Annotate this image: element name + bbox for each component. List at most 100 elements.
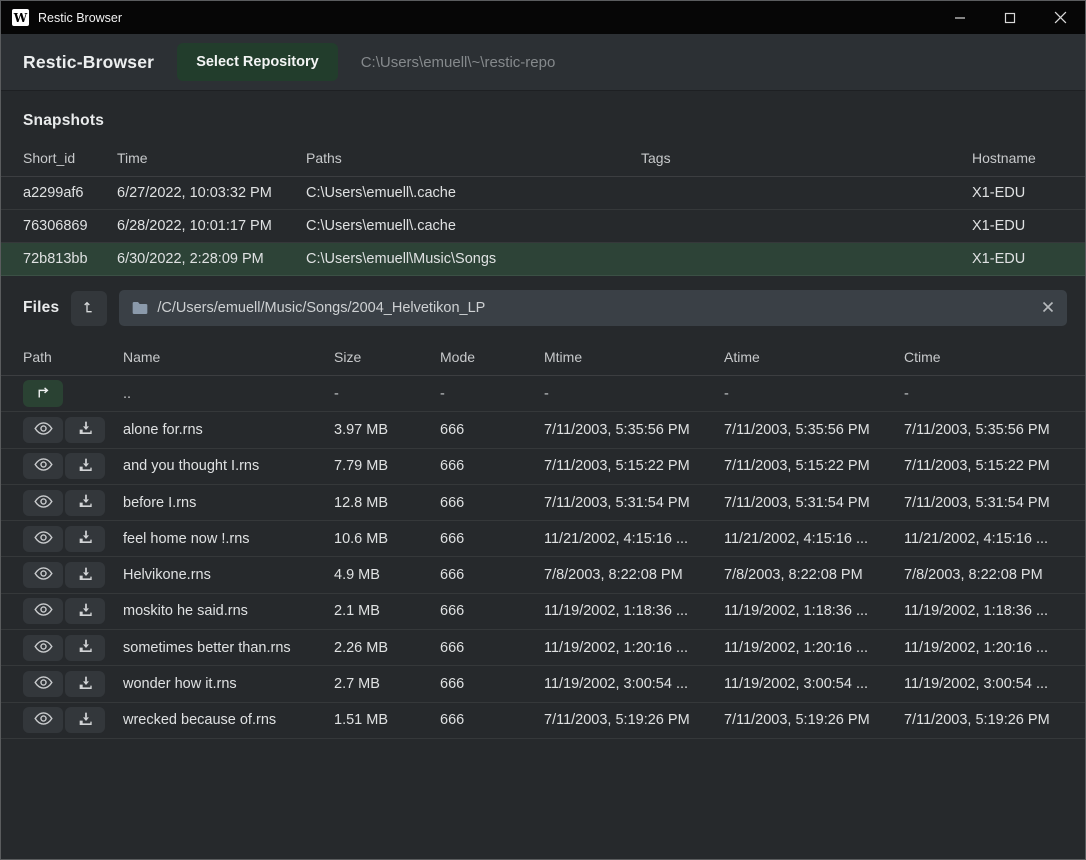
file-mode: - <box>440 386 544 402</box>
download-file-button[interactable] <box>65 635 105 661</box>
snapshot-row[interactable]: a2299af6 6/27/2022, 10:03:32 PM C:\Users… <box>1 177 1085 210</box>
download-icon <box>77 711 93 730</box>
file-atime: 7/8/2003, 8:22:08 PM <box>724 567 904 583</box>
file-atime: 11/19/2002, 3:00:54 ... <box>724 676 904 692</box>
file-mtime: 7/11/2003, 5:19:26 PM <box>544 712 724 728</box>
file-size: 2.7 MB <box>334 676 440 692</box>
download-file-button[interactable] <box>65 707 105 733</box>
close-button[interactable] <box>1035 1 1085 34</box>
file-size: 12.8 MB <box>334 495 440 511</box>
file-atime: - <box>724 386 904 402</box>
file-name: feel home now !.rns <box>123 531 334 547</box>
select-repository-button[interactable]: Select Repository <box>177 43 338 81</box>
preview-file-button[interactable] <box>23 635 63 661</box>
file-mode: 666 <box>440 495 544 511</box>
go-parent-button[interactable] <box>23 380 63 407</box>
download-icon <box>77 420 93 439</box>
file-name: sometimes better than.rns <box>123 640 334 656</box>
file-mode: 666 <box>440 458 544 474</box>
snapshot-time: 6/28/2022, 10:01:17 PM <box>117 218 306 234</box>
snapshot-paths: C:\Users\emuell\.cache <box>306 185 641 201</box>
file-size: 7.79 MB <box>334 458 440 474</box>
file-mode: 666 <box>440 422 544 438</box>
snapshot-hostname: X1-EDU <box>972 185 1068 201</box>
file-name: wonder how it.rns <box>123 676 334 692</box>
file-name: Helvikone.rns <box>123 567 334 583</box>
download-file-button[interactable] <box>65 562 105 588</box>
titlebar: W Restic Browser <box>1 1 1085 34</box>
window-title: Restic Browser <box>38 11 122 25</box>
eye-icon <box>34 566 53 584</box>
file-row: moskito he said.rns 2.1 MB 666 11/19/200… <box>1 594 1085 630</box>
download-icon <box>77 602 93 621</box>
snapshots-table: a2299af6 6/27/2022, 10:03:32 PM C:\Users… <box>1 177 1085 276</box>
restore-parent-button[interactable] <box>71 291 107 326</box>
file-size: 2.26 MB <box>334 640 440 656</box>
file-mode: 666 <box>440 567 544 583</box>
file-name: wrecked because of.rns <box>123 712 334 728</box>
eye-icon <box>34 421 53 439</box>
clear-path-button[interactable] <box>1042 301 1054 316</box>
preview-file-button[interactable] <box>23 598 63 624</box>
snapshot-row[interactable]: 76306869 6/28/2022, 10:01:17 PM C:\Users… <box>1 210 1085 243</box>
download-file-button[interactable] <box>65 671 105 697</box>
eye-icon <box>34 494 53 512</box>
window-controls <box>935 1 1085 34</box>
preview-file-button[interactable] <box>23 417 63 443</box>
download-file-button[interactable] <box>65 453 105 479</box>
file-mode: 666 <box>440 640 544 656</box>
preview-file-button[interactable] <box>23 453 63 479</box>
file-row: alone for.rns 3.97 MB 666 7/11/2003, 5:3… <box>1 412 1085 448</box>
download-icon <box>77 566 93 585</box>
file-row: before I.rns 12.8 MB 666 7/11/2003, 5:31… <box>1 485 1085 521</box>
snapshot-hostname: X1-EDU <box>972 251 1068 267</box>
download-icon <box>77 457 93 476</box>
file-ctime: 7/11/2003, 5:15:22 PM <box>904 458 1068 474</box>
file-ctime: - <box>904 386 1068 402</box>
file-ctime: 11/21/2002, 4:15:16 ... <box>904 531 1068 547</box>
snapshot-short-id: a2299af6 <box>23 185 117 201</box>
download-file-button[interactable] <box>65 417 105 443</box>
parent-directory-row: .. - - - - - <box>1 376 1085 412</box>
preview-file-button[interactable] <box>23 490 63 516</box>
preview-file-button[interactable] <box>23 707 63 733</box>
preview-file-button[interactable] <box>23 671 63 697</box>
app-header: Restic-Browser Select Repository C:\User… <box>1 34 1085 91</box>
file-mtime: 11/19/2002, 3:00:54 ... <box>544 676 724 692</box>
file-mtime: 7/11/2003, 5:35:56 PM <box>544 422 724 438</box>
download-icon <box>77 638 93 657</box>
file-size: 2.1 MB <box>334 603 440 619</box>
eye-icon <box>34 530 53 548</box>
file-ctime: 7/8/2003, 8:22:08 PM <box>904 567 1068 583</box>
file-mtime: 11/19/2002, 1:20:16 ... <box>544 640 724 656</box>
snapshot-row[interactable]: 72b813bb 6/30/2022, 2:28:09 PM C:\Users\… <box>1 243 1085 276</box>
file-atime: 11/19/2002, 1:20:16 ... <box>724 640 904 656</box>
column-header-size: Size <box>334 349 440 365</box>
file-mode: 666 <box>440 603 544 619</box>
app-logo-icon: W <box>12 9 29 26</box>
column-header-atime: Atime <box>724 349 904 365</box>
file-ctime: 11/19/2002, 1:20:16 ... <box>904 640 1068 656</box>
download-file-button[interactable] <box>65 598 105 624</box>
eye-icon <box>34 675 53 693</box>
file-name: and you thought I.rns <box>123 458 334 474</box>
snapshot-short-id: 76306869 <box>23 218 117 234</box>
preview-file-button[interactable] <box>23 562 63 588</box>
download-file-button[interactable] <box>65 490 105 516</box>
file-ctime: 11/19/2002, 3:00:54 ... <box>904 676 1068 692</box>
maximize-button[interactable] <box>985 1 1035 34</box>
eye-icon <box>34 602 53 620</box>
minimize-button[interactable] <box>935 1 985 34</box>
file-size: 10.6 MB <box>334 531 440 547</box>
column-header-mtime: Mtime <box>544 349 724 365</box>
snapshot-time: 6/27/2022, 10:03:32 PM <box>117 185 306 201</box>
download-icon <box>77 493 93 512</box>
app-title: Restic-Browser <box>23 52 154 73</box>
clear-icon <box>1042 301 1054 316</box>
file-atime: 7/11/2003, 5:19:26 PM <box>724 712 904 728</box>
file-name: moskito he said.rns <box>123 603 334 619</box>
download-file-button[interactable] <box>65 526 105 552</box>
current-path-input[interactable]: /C/Users/emuell/Music/Songs/2004_Helveti… <box>119 290 1067 326</box>
preview-file-button[interactable] <box>23 526 63 552</box>
file-name: before I.rns <box>123 495 334 511</box>
